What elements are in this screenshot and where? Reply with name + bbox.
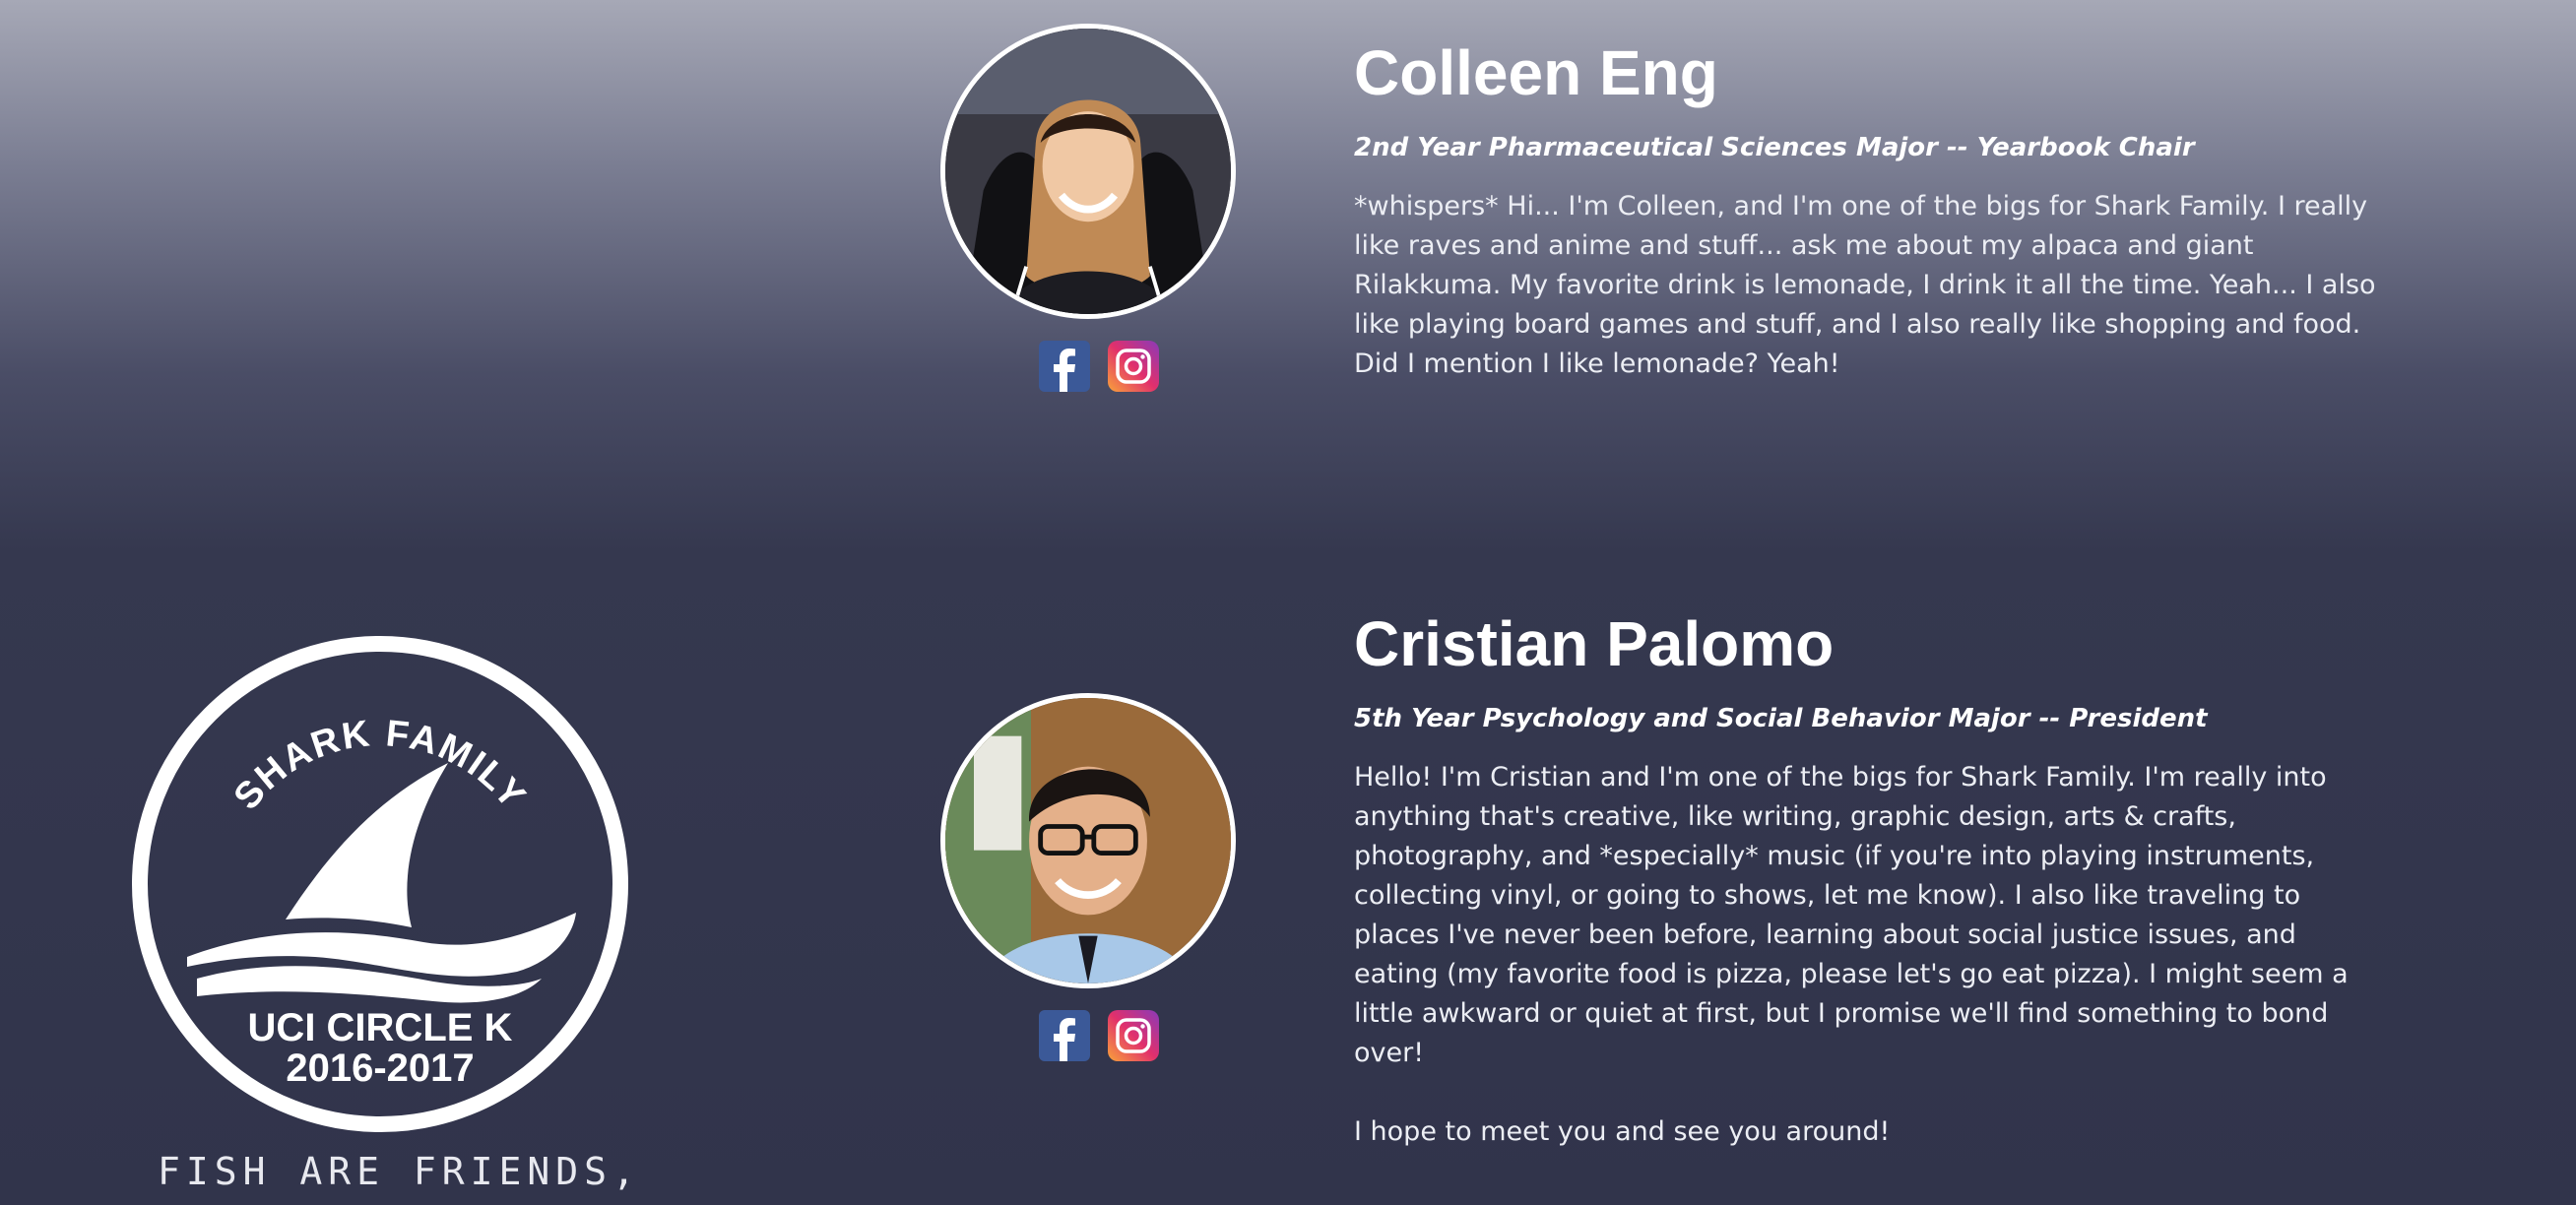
instagram-icon[interactable] [1108, 1010, 1159, 1061]
member-name: Colleen Eng [1354, 37, 1718, 108]
member-bio-closing: I hope to meet you and see you around! [1354, 1116, 1891, 1147]
facebook-icon[interactable] [1039, 341, 1090, 392]
avatar [940, 24, 1236, 319]
member-role: 2nd Year Pharmaceutical Sciences Major -… [1354, 133, 2195, 162]
member-bio: *whispers* Hi... I'm Colleen, and I'm on… [1354, 191, 2376, 379]
logo-line1: UCI CIRCLE K [248, 1006, 513, 1049]
shark-family-logo: SHARK FAMILY UCI CIRCLE K 2016-2017 [128, 632, 632, 1136]
facebook-icon[interactable] [1039, 1010, 1090, 1061]
member-name: Cristian Palomo [1354, 608, 1835, 679]
member-bio: Hello! I'm Cristian and I'm one of the b… [1354, 762, 2349, 1068]
avatar [940, 693, 1236, 988]
logo-line2: 2016-2017 [286, 1046, 474, 1090]
member-role: 5th Year Psychology and Social Behavior … [1354, 704, 2208, 733]
shark-fin-icon: SHARK FAMILY UCI CIRCLE K 2016-2017 [132, 636, 628, 1132]
logo-tagline: FISH ARE FRIENDS, [158, 1150, 641, 1193]
instagram-icon[interactable] [1108, 341, 1159, 392]
